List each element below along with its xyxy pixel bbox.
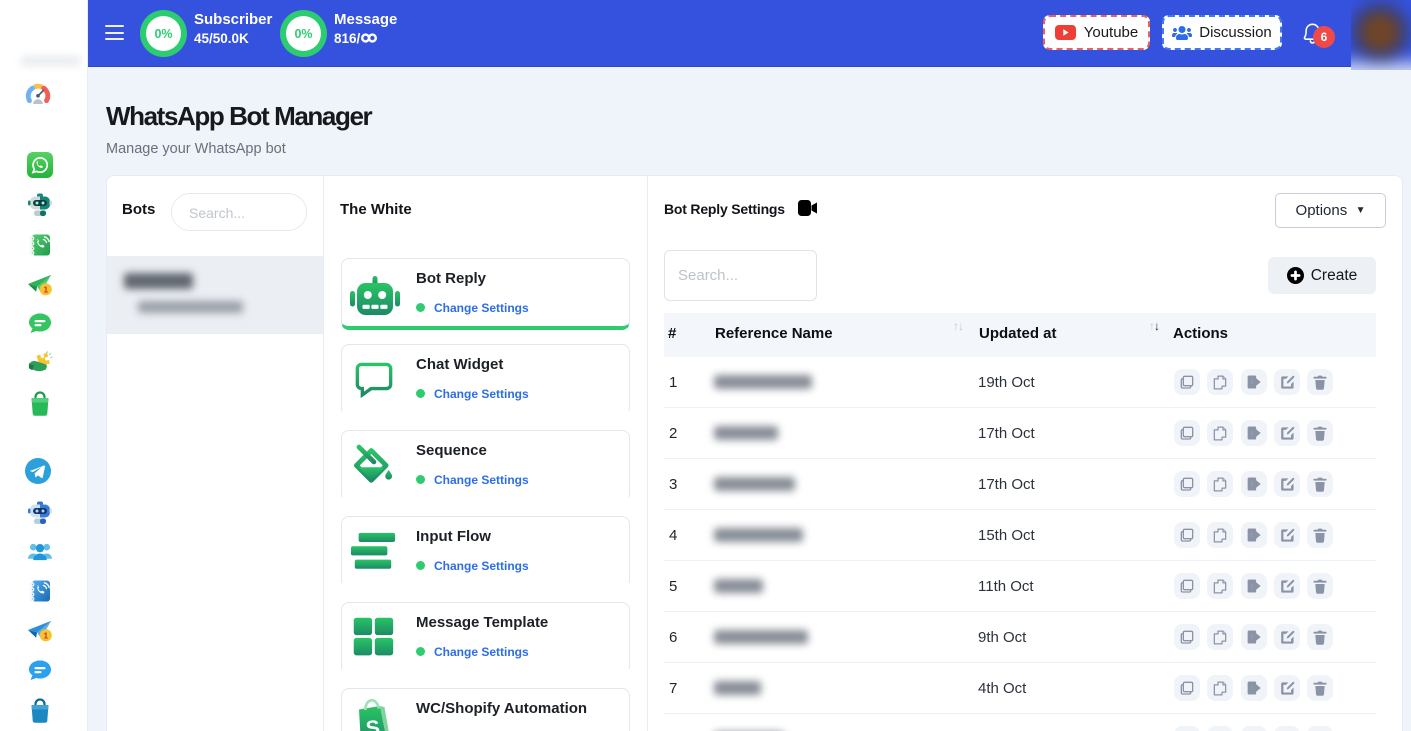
svg-text:S: S — [365, 716, 381, 731]
svg-text:1: 1 — [43, 631, 48, 641]
svg-text:1: 1 — [43, 285, 48, 295]
